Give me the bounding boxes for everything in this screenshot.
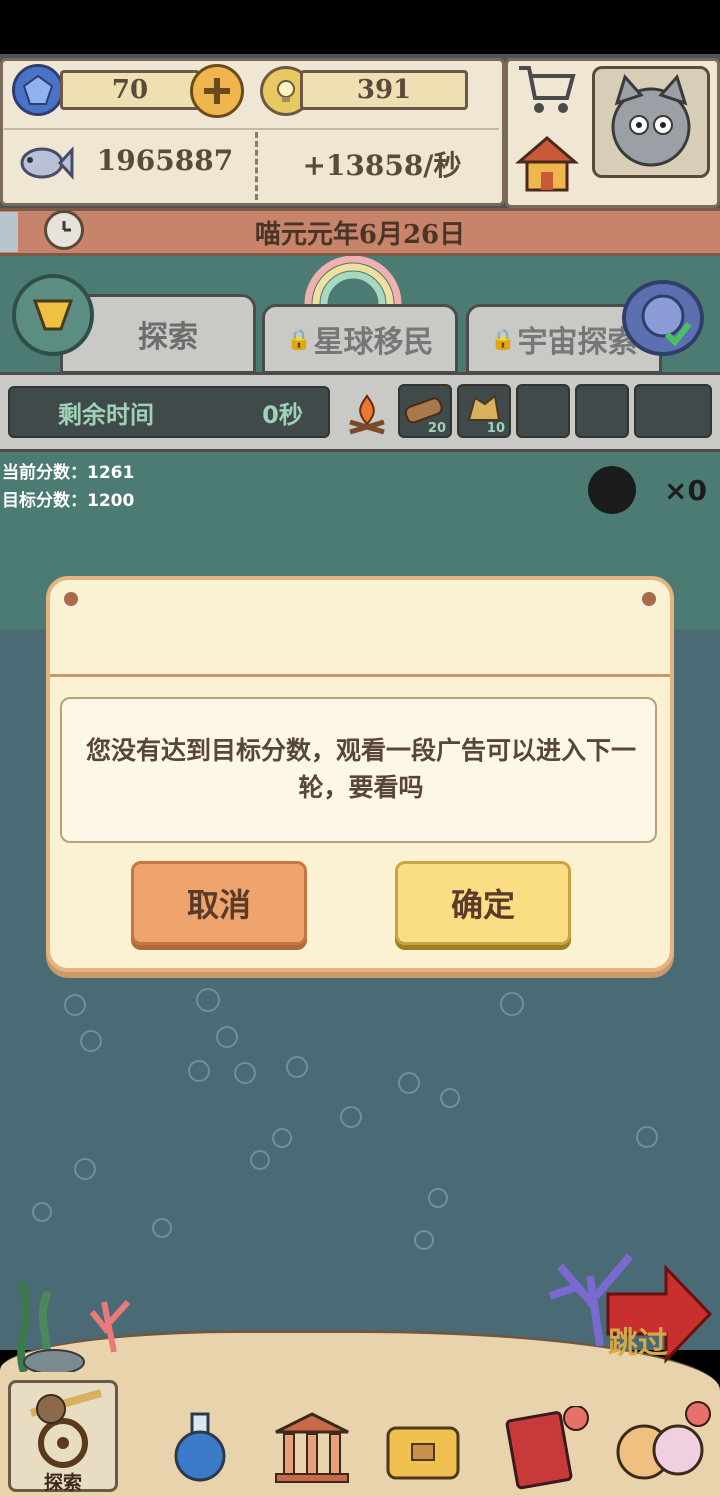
hud-divider — [4, 128, 499, 130]
bubble — [500, 992, 524, 1016]
nav-cats[interactable] — [606, 1400, 716, 1490]
hud-divider — [255, 132, 258, 200]
explore-badge — [12, 274, 94, 356]
bubble — [398, 1072, 420, 1094]
item-slot[interactable] — [575, 384, 629, 438]
shop-cart-button[interactable] — [515, 62, 577, 118]
nav-museum[interactable] — [272, 1410, 352, 1486]
timer-label: 剩余时间 — [58, 400, 154, 429]
tab-label: 探索 — [138, 320, 198, 355]
campfire-icon — [344, 392, 390, 438]
status-bar — [0, 0, 720, 54]
check-icon — [641, 294, 692, 346]
seaweed-decoration — [4, 1262, 144, 1375]
bubble — [216, 1026, 238, 1048]
bubble — [272, 1128, 292, 1148]
fish-total: 1965887 — [96, 144, 234, 177]
robot-cat-button[interactable] — [622, 280, 704, 356]
skip-label: 跳过 — [608, 1326, 668, 1361]
fish-rate: +13858/秒 — [302, 149, 462, 182]
cancel-button[interactable]: 取消 — [131, 861, 307, 945]
add-gems-button[interactable] — [190, 64, 244, 118]
bubble — [64, 994, 86, 1016]
bubble — [286, 1056, 308, 1078]
lock-icon: 🔒 — [286, 327, 312, 351]
bubble — [340, 1106, 362, 1128]
bowl-icon — [32, 299, 74, 331]
rainbow-decoration — [298, 255, 408, 305]
bubble — [636, 1126, 658, 1148]
bubble — [152, 1218, 172, 1238]
bubble — [234, 1062, 256, 1084]
bubble — [250, 1150, 270, 1170]
nav-chest[interactable] — [382, 1414, 464, 1486]
nav-book[interactable] — [500, 1405, 590, 1492]
timer-value: 0秒 — [262, 400, 303, 429]
item-slot[interactable]: 10 — [457, 384, 511, 438]
bubble — [440, 1088, 460, 1108]
slot-count: 10 — [486, 421, 505, 436]
treasure-chest-icon — [386, 1426, 460, 1480]
book-icon — [505, 1405, 589, 1490]
dialog-message: 您没有达到目标分数，观看一段广告可以进入下一轮，要看吗 — [85, 736, 636, 802]
temple-icon — [275, 1412, 349, 1483]
home-button[interactable] — [514, 134, 580, 194]
item-slot[interactable]: 20 — [398, 384, 452, 438]
target-score: 目标分数：1200 — [2, 491, 135, 511]
bulb-count: 391 — [300, 70, 468, 110]
confirm-button[interactable]: 确定 — [395, 861, 571, 945]
slot-count: 20 — [427, 421, 446, 436]
item-slot[interactable] — [634, 384, 712, 438]
nav-potion[interactable] — [160, 1406, 240, 1486]
bomb-icon[interactable] — [588, 466, 636, 514]
bubble — [196, 988, 220, 1012]
gem-count: 70 — [60, 70, 200, 110]
bubble — [414, 1230, 434, 1250]
bomb-count: ×0 — [664, 474, 707, 507]
potion-icon — [174, 1412, 226, 1482]
plus-icon — [204, 78, 230, 104]
tab-label: 星球移民 — [313, 325, 434, 360]
lock-icon: 🔒 — [490, 327, 516, 351]
pin-icon — [64, 592, 78, 606]
player-avatar-button[interactable] — [592, 66, 710, 178]
dialog-divider — [50, 674, 670, 677]
cat-avatar-icon — [611, 74, 691, 167]
cart-icon — [519, 66, 576, 113]
gem-icon — [12, 64, 64, 116]
cart-wheel-icon — [29, 1389, 103, 1468]
bubble — [32, 1202, 52, 1222]
tab-label: 宇宙探索 — [517, 325, 638, 360]
house-icon — [514, 136, 580, 192]
game-date: 喵元元年6月26日 — [254, 219, 466, 250]
bubble — [428, 1188, 448, 1208]
cat-faces-icon — [616, 1401, 711, 1480]
bubble — [188, 1060, 210, 1082]
nav-explore-label: 探索 — [43, 1472, 82, 1494]
item-slot[interactable] — [516, 384, 570, 438]
bubble — [80, 1030, 102, 1052]
pin-icon — [642, 592, 656, 606]
fish-icon — [16, 138, 74, 188]
bubble — [74, 1158, 96, 1180]
tab-planet-migration[interactable]: 🔒 星球移民 — [262, 304, 458, 374]
current-score: 当前分数：1261 — [2, 463, 135, 483]
